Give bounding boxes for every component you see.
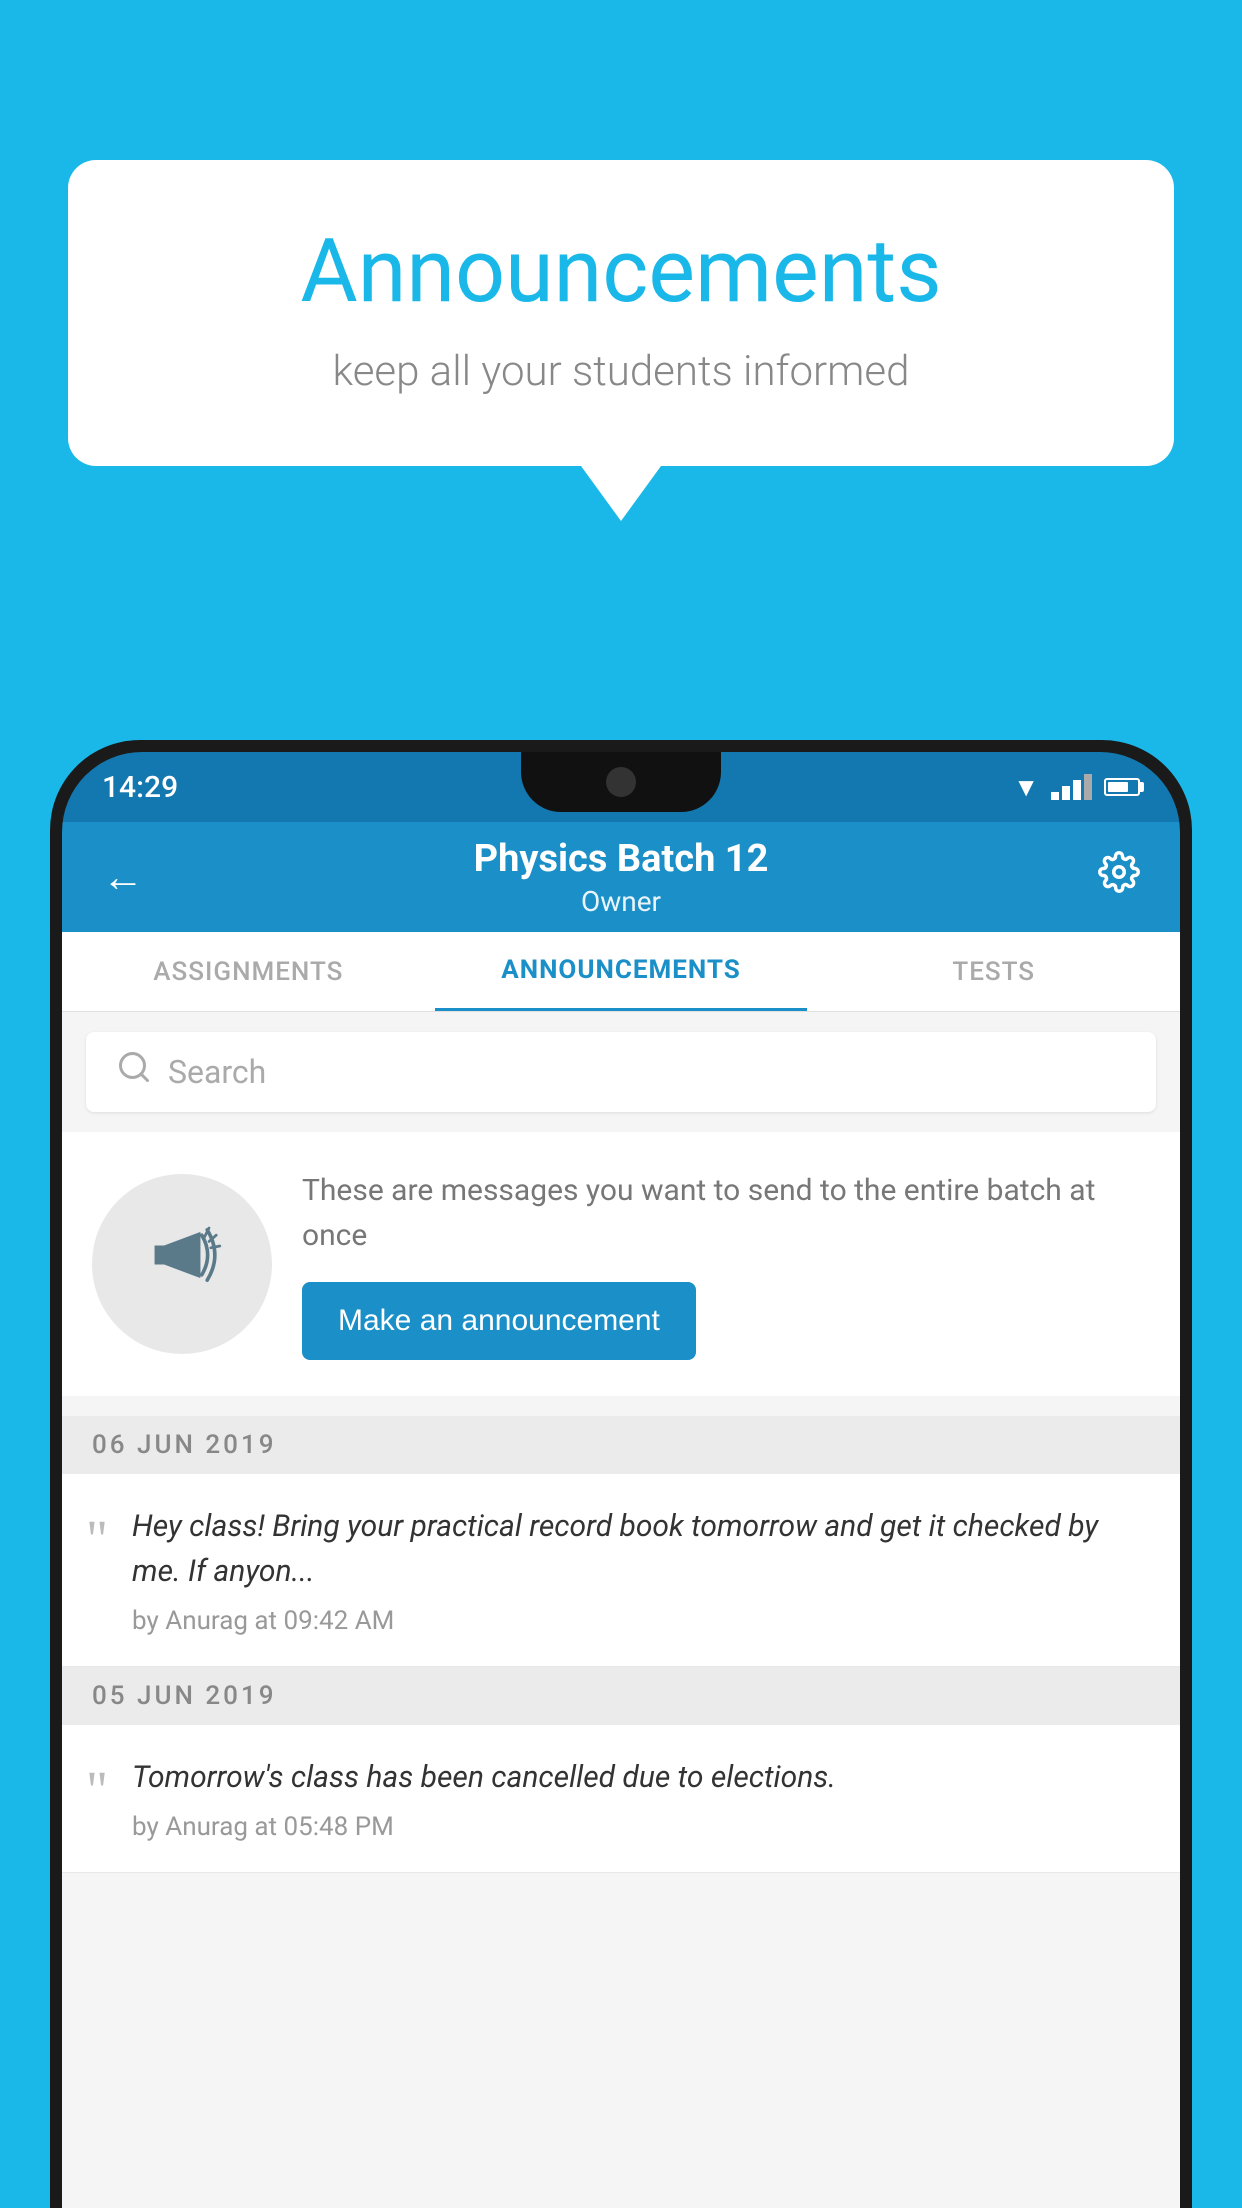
megaphone-icon [137, 1210, 227, 1318]
app-header: ← Physics Batch 12 Owner [62, 822, 1180, 932]
speech-bubble-container: Announcements keep all your students inf… [68, 160, 1174, 521]
tabs-container: ASSIGNMENTS ANNOUNCEMENTS TESTS [62, 932, 1180, 1012]
content-area: Search [62, 1012, 1180, 2208]
announcement-right: These are messages you want to send to t… [302, 1168, 1150, 1360]
signal-icon [1051, 774, 1092, 800]
announcement-text-2: Tomorrow's class has been cancelled due … [132, 1755, 1150, 1842]
make-announcement-button[interactable]: Make an announcement [302, 1282, 696, 1360]
header-title-block: Physics Batch 12 Owner [144, 837, 1098, 918]
announcement-message-2: Tomorrow's class has been cancelled due … [132, 1755, 1150, 1800]
date-separator-2: 05 JUN 2019 [62, 1667, 1180, 1725]
speech-bubble-arrow [581, 466, 661, 521]
announcement-item-1[interactable]: " Hey class! Bring your practical record… [62, 1474, 1180, 1667]
announcement-meta-1: by Anurag at 09:42 AM [132, 1606, 1150, 1636]
announcement-text-1: Hey class! Bring your practical record b… [132, 1504, 1150, 1636]
camera [606, 767, 636, 797]
search-icon [116, 1049, 152, 1095]
wifi-icon: ▼ [1013, 772, 1039, 803]
search-bar[interactable]: Search [86, 1032, 1156, 1112]
status-time: 14:29 [102, 770, 178, 805]
announcement-message-1: Hey class! Bring your practical record b… [132, 1504, 1150, 1594]
phone-inner: 14:29 ▼ ← Physics Batch 12 Owne [62, 752, 1180, 2208]
announcement-description: These are messages you want to send to t… [302, 1168, 1150, 1258]
speech-bubble-title: Announcements [148, 220, 1094, 323]
speech-bubble-subtitle: keep all your students informed [148, 347, 1094, 396]
header-role: Owner [144, 885, 1098, 918]
tab-tests[interactable]: TESTS [807, 932, 1180, 1011]
phone-notch [521, 752, 721, 812]
speech-bubble: Announcements keep all your students inf… [68, 160, 1174, 466]
announcement-prompt: These are messages you want to send to t… [62, 1132, 1180, 1396]
tab-announcements[interactable]: ANNOUNCEMENTS [435, 932, 808, 1011]
announcement-icon-circle [92, 1174, 272, 1354]
tab-assignments[interactable]: ASSIGNMENTS [62, 932, 435, 1011]
phone-frame: 14:29 ▼ ← Physics Batch 12 Owne [50, 740, 1192, 2208]
quote-icon-1: " [86, 1504, 108, 1566]
status-icons: ▼ [1013, 772, 1140, 803]
announcement-meta-2: by Anurag at 05:48 PM [132, 1812, 1150, 1842]
announcement-item-2[interactable]: " Tomorrow's class has been cancelled du… [62, 1725, 1180, 1873]
batch-name: Physics Batch 12 [144, 837, 1098, 881]
search-input[interactable]: Search [168, 1053, 266, 1091]
date-separator-1: 06 JUN 2019 [62, 1416, 1180, 1474]
battery-icon [1104, 778, 1140, 796]
quote-icon-2: " [86, 1755, 108, 1817]
back-button[interactable]: ← [102, 853, 144, 901]
settings-button[interactable] [1098, 851, 1140, 903]
